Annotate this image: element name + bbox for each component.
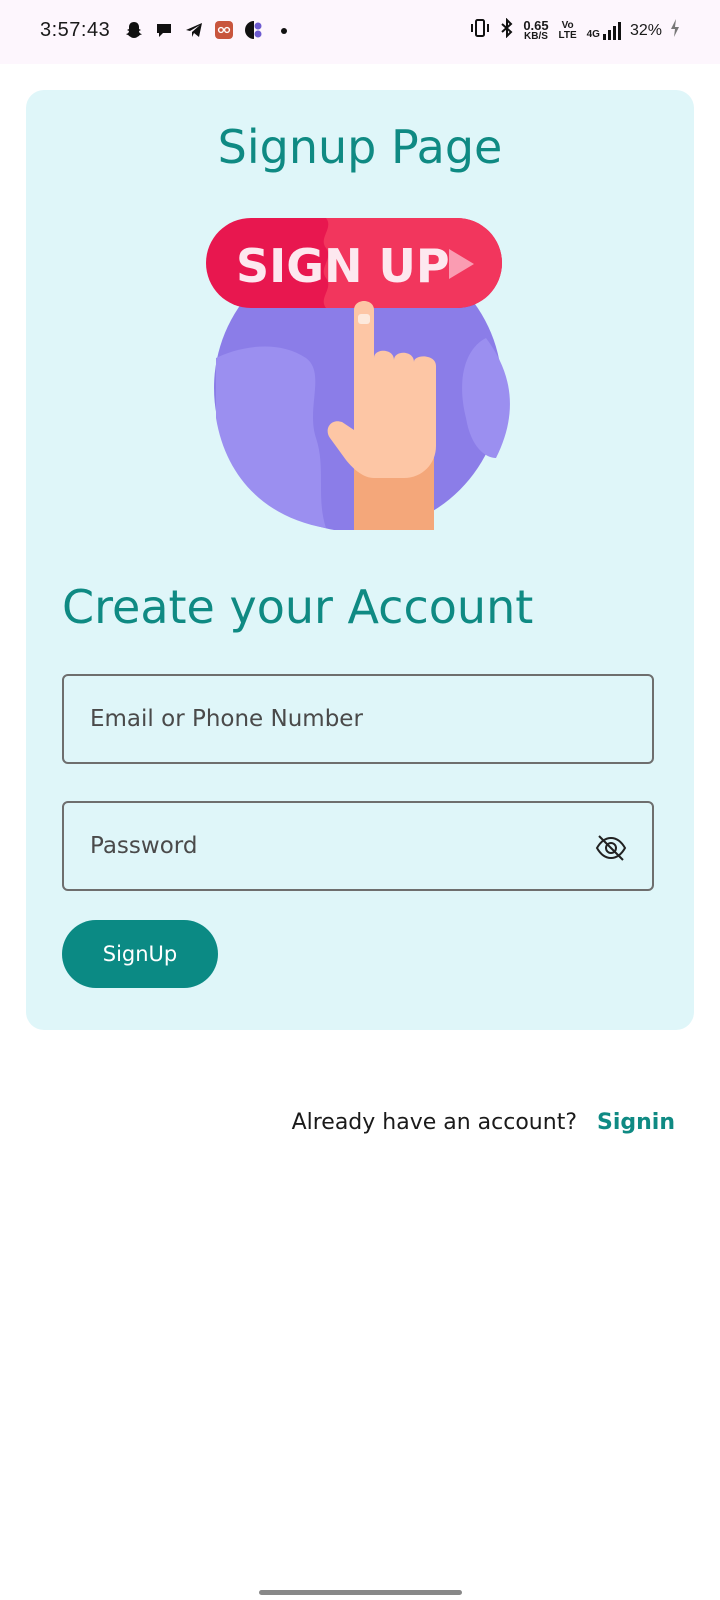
home-indicator[interactable] [259, 1590, 462, 1595]
signal-icon: 4G [586, 21, 622, 40]
password-field[interactable] [62, 801, 654, 891]
email-input[interactable] [64, 676, 652, 762]
signup-button[interactable]: SignUp [62, 920, 218, 988]
email-field[interactable] [62, 674, 654, 764]
signup-card: Signup Page SIGN UP Create your Account … [26, 90, 694, 1030]
illustration-text: SIGN UP [236, 239, 450, 293]
telegram-icon [184, 20, 204, 40]
signup-illustration: SIGN UP [206, 218, 510, 530]
signin-prompt: Already have an account? Signin [292, 1110, 675, 1135]
status-bar: 3:57:43 0.65 KB/S Vo LTE 4G 32% [0, 0, 720, 64]
status-time: 3:57:43 [40, 19, 111, 41]
already-have-account-text: Already have an account? [291, 1110, 577, 1135]
volte-label: Vo LTE [558, 19, 577, 41]
battery-percent: 32% [629, 21, 662, 39]
net-speed-unit: KB/S [524, 31, 548, 42]
bluetooth-icon [499, 17, 515, 43]
network-label: 4G [586, 28, 600, 40]
battery-charging-icon [670, 18, 680, 43]
vibrate-icon [469, 18, 491, 43]
password-input[interactable] [64, 803, 652, 889]
snapchat-icon [124, 20, 144, 40]
app-icon [214, 20, 234, 40]
notification-icons [124, 20, 294, 40]
chat-icon [154, 20, 174, 40]
more-dot-icon [274, 20, 294, 40]
status-right: 0.65 KB/S Vo LTE 4G 32% [469, 17, 680, 43]
create-account-heading: Create your Account [62, 580, 534, 634]
net-speed: 0.65 KB/S [523, 19, 548, 42]
half-circle-icon [244, 20, 264, 40]
eye-off-icon[interactable] [594, 833, 628, 863]
page-title: Signup Page [217, 120, 503, 174]
signin-link[interactable]: Signin [597, 1110, 675, 1135]
